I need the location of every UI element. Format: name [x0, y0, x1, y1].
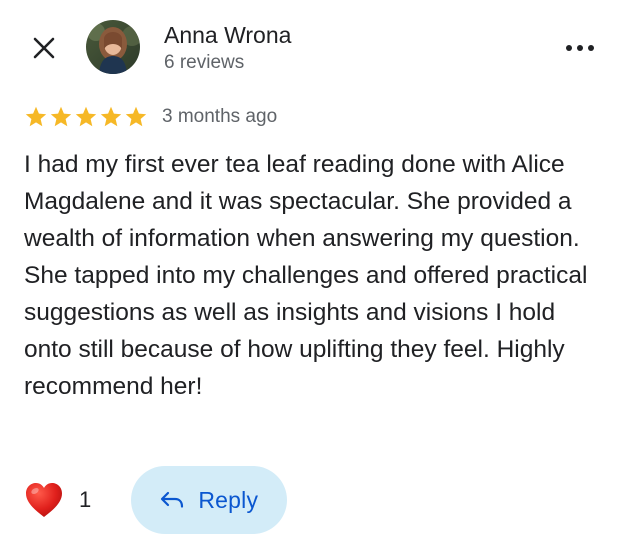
like-button[interactable]: 1 [24, 481, 91, 519]
star-icon [100, 106, 122, 127]
reply-arrow-icon [161, 491, 184, 508]
like-count: 1 [79, 487, 92, 512]
star-icon [75, 106, 97, 127]
avatar-photo [86, 20, 140, 74]
star-rating [24, 105, 148, 129]
star-icon [25, 106, 47, 127]
rating-row: 3 months ago [24, 104, 277, 130]
reply-label: Reply [198, 486, 259, 513]
review-actions: 1 Reply [24, 466, 288, 534]
close-button[interactable] [30, 34, 58, 62]
avatar[interactable] [86, 20, 140, 74]
star-icon [125, 106, 147, 127]
reply-button[interactable]: Reply [131, 466, 288, 534]
reviewer-review-count: 6 reviews [164, 52, 245, 73]
more-options-button[interactable] [562, 36, 598, 60]
reviewer-name[interactable]: Anna Wrona [164, 20, 291, 50]
close-icon [33, 37, 55, 59]
review-text: I had my first ever tea leaf reading don… [24, 151, 588, 400]
review-time: 3 months ago [162, 106, 278, 127]
heart-icon [26, 483, 62, 517]
star-icon [50, 106, 72, 127]
more-vertical-dots-icon [566, 45, 594, 51]
